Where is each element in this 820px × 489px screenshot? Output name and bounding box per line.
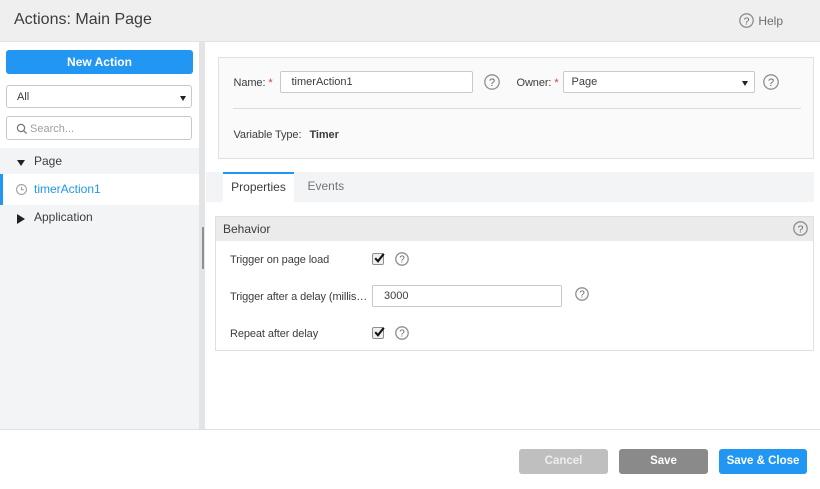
svg-text:?: ? [399, 255, 405, 266]
svg-text:?: ? [767, 77, 773, 89]
svg-text:?: ? [579, 290, 585, 301]
svg-text:?: ? [744, 15, 750, 27]
svg-text:?: ? [797, 223, 803, 235]
svg-text:?: ? [399, 329, 405, 340]
svg-text:?: ? [488, 77, 494, 89]
